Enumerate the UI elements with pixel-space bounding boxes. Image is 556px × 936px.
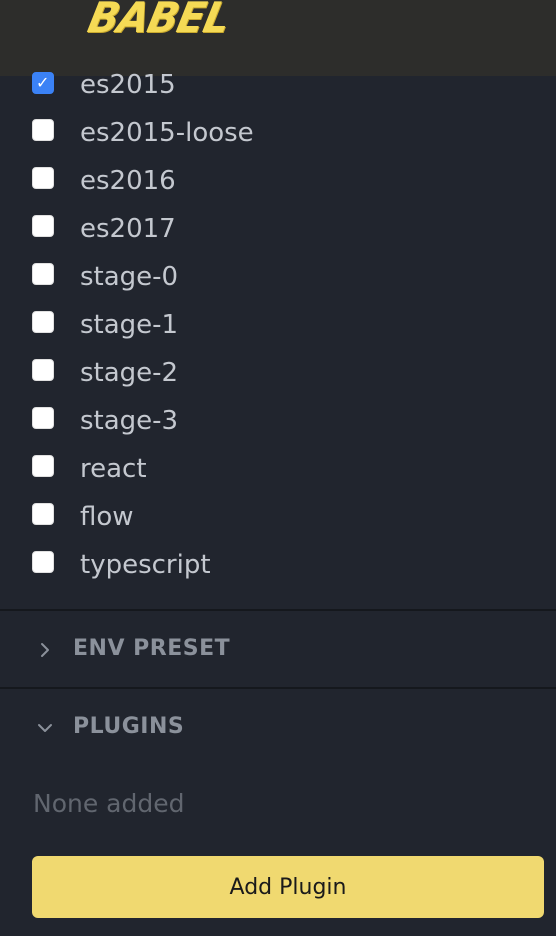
header-bar: BABEL — [0, 0, 556, 76]
preset-label: es2016 — [80, 166, 176, 196]
empty-plugins-text: None added — [33, 789, 185, 818]
section-title: PLUGINS — [73, 714, 185, 739]
preset-checkbox[interactable] — [32, 407, 54, 429]
preset-checkbox[interactable] — [32, 119, 54, 141]
preset-checkbox[interactable] — [32, 167, 54, 189]
preset-label: es2015 — [80, 70, 176, 100]
preset-item-stage-2[interactable]: stage-2 — [0, 356, 556, 404]
preset-checkbox[interactable] — [32, 359, 54, 381]
preset-checkbox[interactable] — [32, 263, 54, 285]
preset-item-es2015[interactable]: ✓ es2015 — [0, 68, 556, 116]
preset-item-typescript[interactable]: typescript — [0, 548, 556, 596]
preset-label: stage-3 — [80, 406, 179, 436]
preset-label: stage-1 — [80, 310, 179, 340]
preset-item-es2017[interactable]: es2017 — [0, 212, 556, 260]
env-preset-section-header[interactable]: ENV PRESET — [0, 611, 556, 687]
preset-label: stage-0 — [80, 262, 179, 292]
preset-label: stage-2 — [80, 358, 179, 388]
sidebar-panel: BABEL ✓ es2015 es2015-loose es2016 es201… — [0, 0, 556, 936]
preset-checkbox[interactable] — [32, 551, 54, 573]
preset-label: react — [80, 454, 147, 484]
preset-item-flow[interactable]: flow — [0, 500, 556, 548]
preset-label: flow — [80, 502, 134, 532]
preset-item-react[interactable]: react — [0, 452, 556, 500]
chevron-down-icon — [38, 724, 52, 732]
preset-item-stage-0[interactable]: stage-0 — [0, 260, 556, 308]
preset-item-es2015-loose[interactable]: es2015-loose — [0, 116, 556, 164]
preset-label: typescript — [80, 550, 211, 580]
preset-checkbox[interactable]: ✓ — [32, 72, 54, 94]
plugins-section-header[interactable]: PLUGINS — [0, 689, 556, 765]
babel-logo[interactable]: BABEL — [84, 0, 234, 42]
preset-item-stage-1[interactable]: stage-1 — [0, 308, 556, 356]
preset-checkbox[interactable] — [32, 215, 54, 237]
preset-checkbox[interactable] — [32, 455, 54, 477]
add-plugin-button[interactable]: Add Plugin — [32, 856, 544, 918]
check-icon: ✓ — [36, 73, 50, 92]
preset-checkbox[interactable] — [32, 311, 54, 333]
section-title: ENV PRESET — [73, 636, 231, 661]
preset-checkbox[interactable] — [32, 503, 54, 525]
preset-item-stage-3[interactable]: stage-3 — [0, 404, 556, 452]
preset-label: es2017 — [80, 214, 176, 244]
chevron-right-icon — [41, 643, 49, 657]
preset-label: es2015-loose — [80, 118, 254, 148]
preset-item-es2016[interactable]: es2016 — [0, 164, 556, 212]
